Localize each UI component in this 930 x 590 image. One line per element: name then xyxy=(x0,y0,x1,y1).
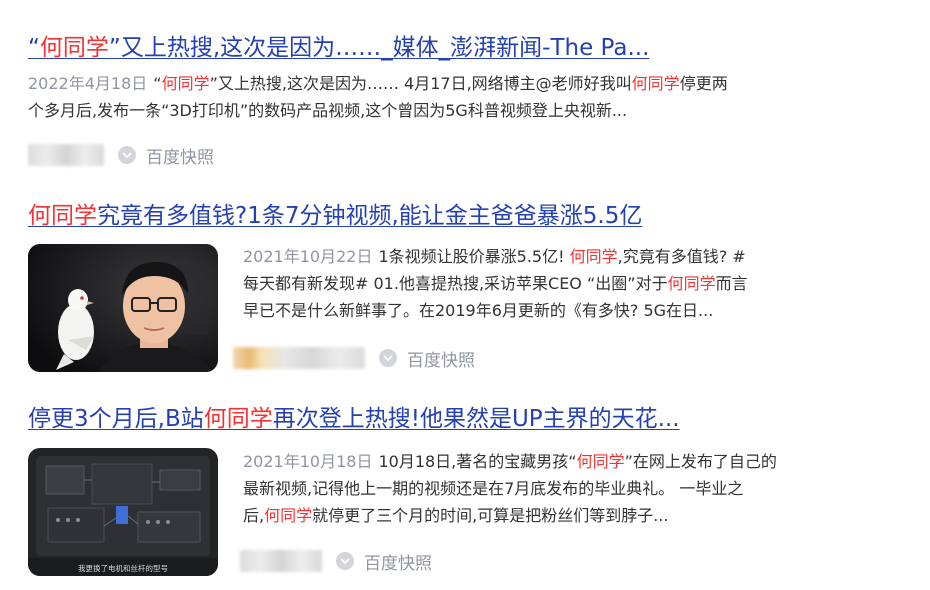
video-caption: 我更换了电机和丝杆的型号 xyxy=(78,563,168,573)
snapshot-link[interactable]: 百度快照 xyxy=(364,549,432,574)
result-1-date: 2022年4月18日 xyxy=(28,74,148,93)
result-1-abstract: 2022年4月18日 “何同学”又上热搜,这次是因为…… 4月17日,网络博主@老… xyxy=(28,70,868,124)
result-2-source: 百度快照 xyxy=(233,346,475,371)
result-1-abstract-line2: 个多月后,发布一条“3D打印机”的数码产品视频,这个曾因为5G科普视频登上央视新… xyxy=(28,101,628,120)
chevron-down-icon[interactable] xyxy=(336,552,354,570)
result-2-source-name-blurred xyxy=(233,347,365,369)
result-3-abstract-line3: 后,何同学就停更了三个月的时间,可算是把粉丝们等到脖子... xyxy=(243,506,669,525)
result-3-source: 百度快照 xyxy=(240,549,432,574)
result-3-source-name-blurred xyxy=(240,550,322,572)
result-3-title-link[interactable]: 停更3个月后,B站何同学再次登上热搜!他果然是UP主界的天花... xyxy=(28,404,680,434)
man-with-pigeon-image xyxy=(28,244,218,372)
result-1-title-link[interactable]: “何同学”又上热搜,这次是因为……_媒体_澎湃新闻-The Pa... xyxy=(28,33,649,63)
result-1-source-name-blurred xyxy=(28,144,104,166)
chevron-down-icon[interactable] xyxy=(379,349,397,367)
result-2-thumbnail[interactable] xyxy=(28,244,218,372)
result-1-abstract-line1: 2022年4月18日 “何同学”又上热搜,这次是因为…… 4月17日,网络博主@老… xyxy=(28,74,728,93)
result-3-abstract-line2: 最新视频,记得他上一期的视频还是在7月底发布的毕业典礼。 一毕业之 xyxy=(243,479,744,498)
result-2-abstract: 2021年10月22日 1条视频让股价暴涨5.5亿! 何同学,究竟有多值钱? # … xyxy=(243,243,883,324)
result-2-abstract-line3: 早已不是什么新鲜事了。在2019年6月更新的《有多快? 5G在日... xyxy=(243,301,714,320)
result-2-abstract-line2: 每天都有新发现# 01.他喜提热搜,采访苹果CEO “出圈”对于何同学而言 xyxy=(243,274,748,293)
result-2-title-link[interactable]: 何同学究竟有多值钱?1条7分钟视频,能让金主爸爸暴涨5.5亿 xyxy=(28,201,642,231)
result-1-source: 百度快照 xyxy=(28,143,214,168)
snapshot-link[interactable]: 百度快照 xyxy=(146,143,214,168)
result-3-abstract-line1: 2021年10月18日 10月18日,著名的宝藏男孩“何同学”在网上发布了自己的 xyxy=(243,452,777,471)
result-2-abstract-line1: 2021年10月22日 1条视频让股价暴涨5.5亿! 何同学,究竟有多值钱? # xyxy=(243,247,746,266)
snapshot-link[interactable]: 百度快照 xyxy=(407,346,475,371)
circuit-board-image: 我更换了电机和丝杆的型号 xyxy=(28,448,218,576)
result-3-abstract: 2021年10月18日 10月18日,著名的宝藏男孩“何同学”在网上发布了自己的 … xyxy=(243,448,883,529)
result-3-thumbnail[interactable]: 我更换了电机和丝杆的型号 xyxy=(28,448,218,576)
chevron-down-icon[interactable] xyxy=(118,146,136,164)
result-2-date: 2021年10月22日 xyxy=(243,247,373,266)
result-3-date: 2021年10月18日 xyxy=(243,452,373,471)
